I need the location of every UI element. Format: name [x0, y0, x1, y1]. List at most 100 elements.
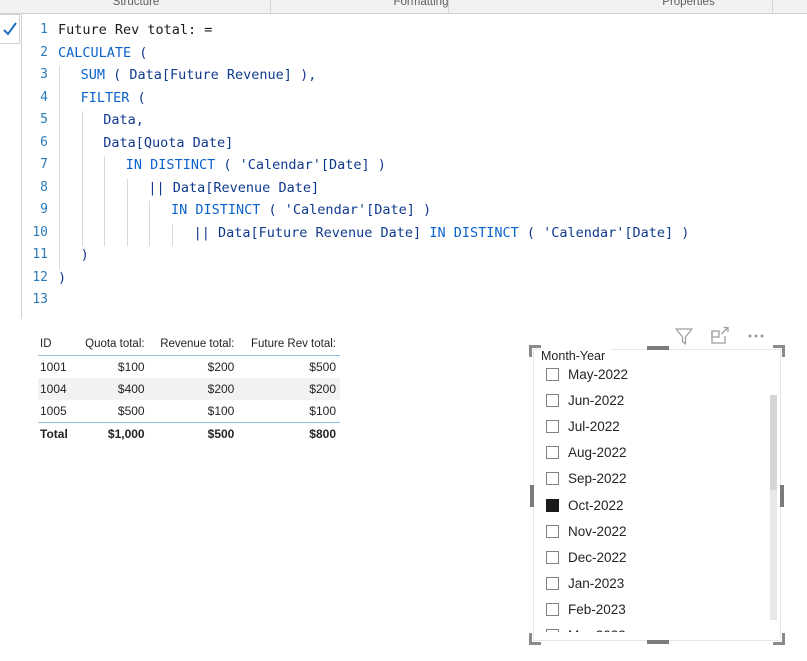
slicer-item[interactable]: Mar-2023	[534, 623, 780, 632]
checkbox-checked-icon[interactable]	[546, 498, 559, 512]
slicer-item[interactable]: Jul-2022	[534, 413, 780, 439]
code-text: SUM ( Data[Future Revenue] ),	[80, 67, 317, 83]
matrix-total-cell: $800	[238, 422, 340, 445]
line-number: 9	[40, 202, 48, 217]
code-text: FILTER (	[80, 89, 146, 106]
code-line[interactable]: 6 Data[Quota Date]	[22, 132, 807, 155]
handle-middle-right[interactable]	[780, 485, 784, 507]
matrix-body: 1001 $100 $200 $500 1004 $400 $200 $200 1005 $500…	[38, 356, 340, 445]
code-line[interactable]: 11)	[22, 244, 807, 267]
slicer-item-list[interactable]: May-2022 Jun-2022 Jul-2022 Aug-2022 Sep-2022…	[534, 361, 780, 632]
slicer-body[interactable]: May-2022 Jun-2022 Jul-2022 Aug-2022 Sep-2022…	[533, 349, 781, 641]
ribbon-group-structure: Structure	[112, 0, 160, 8]
checkbox-icon[interactable]	[546, 472, 559, 486]
checkmark-icon	[3, 22, 17, 36]
matrix-cell: $200	[207, 360, 235, 374]
slicer-item[interactable]: Nov-2022	[534, 518, 780, 544]
slicer-item[interactable]: Jan-2023	[534, 571, 780, 597]
matrix-cell: $500	[309, 360, 336, 374]
checkbox-icon[interactable]	[546, 629, 559, 632]
slicer-visual[interactable]: May-2022 Jun-2022 Jul-2022 Aug-2022 Sep-2022…	[529, 345, 785, 645]
code-line[interactable]: 2 CALCULATE (	[22, 42, 807, 65]
matrix-visual[interactable]: ID Quota total: Revenue total: Future Rev t…	[38, 336, 340, 445]
checkbox-icon[interactable]	[546, 603, 559, 617]
slicer-item[interactable]: Feb-2023	[534, 597, 780, 623]
matrix-table: ID Quota total: Revenue total: Future Rev t…	[38, 336, 340, 445]
table-row[interactable]: 1001 $100 $200 $500	[38, 356, 340, 379]
matrix-cell: $400	[74, 378, 149, 400]
matrix-column-header[interactable]: ID	[38, 336, 75, 356]
dax-formula-editor[interactable]: 1 Future Rev total: = 2 CALCULATE (3 SUM ( D…	[0, 14, 807, 319]
checkbox-icon[interactable]	[546, 393, 559, 407]
slicer-item[interactable]: Oct-2022	[534, 492, 780, 518]
indent-guide	[126, 178, 128, 246]
slicer-item[interactable]: Dec-2022	[534, 544, 780, 570]
handle-top-center[interactable]	[647, 346, 669, 350]
code-text: || Data[Revenue Date]	[148, 179, 320, 196]
checkbox-icon[interactable]	[546, 577, 559, 591]
handle-bottom-center[interactable]	[647, 640, 669, 644]
slicer-item[interactable]: May-2022	[534, 361, 780, 387]
checkbox-icon[interactable]	[546, 419, 559, 433]
table-row[interactable]: 1005 $500 $100 $100	[38, 400, 340, 423]
slicer-item[interactable]: Aug-2022	[534, 440, 780, 466]
checkbox-icon[interactable]	[546, 550, 559, 564]
matrix-cell: $100	[207, 404, 235, 418]
code-lines[interactable]: 1 Future Rev total: = 2 CALCULATE (3 SUM ( D…	[22, 19, 807, 312]
slicer-item[interactable]: Jun-2022	[534, 387, 780, 413]
handle-bottom-right[interactable]	[773, 633, 785, 645]
code-line[interactable]: 5 Data,	[22, 109, 807, 132]
line-number: 6	[40, 134, 48, 150]
code-line[interactable]: 13	[22, 289, 807, 312]
checkbox-icon[interactable]	[546, 524, 559, 538]
ribbon-strip: Structure Formatting Properties	[0, 0, 807, 14]
indent-guide	[104, 156, 106, 246]
checkbox-icon[interactable]	[546, 367, 559, 381]
code-line[interactable]: 1 Future Rev total: =	[22, 19, 807, 42]
code-line[interactable]: 7 IN DISTINCT ( 'Calendar'[Date] )	[22, 154, 807, 177]
slicer-item-label: Jun-2022	[568, 392, 625, 408]
matrix-cell: 1005	[40, 404, 67, 418]
matrix-cell: $200	[148, 378, 239, 400]
matrix-cell: $500	[117, 404, 145, 418]
line-number: 4	[40, 89, 48, 105]
handle-top-left[interactable]	[529, 345, 541, 357]
matrix-total-row: Total $1,000 $500 $800	[38, 422, 340, 445]
matrix-cell: 1004	[38, 378, 75, 400]
slicer-item-label: Sep-2022	[568, 471, 627, 487]
matrix-column-header[interactable]: Revenue total:	[148, 336, 239, 356]
code-text: Data[Quota Date]	[103, 134, 234, 151]
line-number: 7	[40, 157, 48, 172]
commit-formula-button[interactable]	[0, 14, 20, 44]
matrix-total-cell: $500	[148, 422, 239, 445]
slicer-scrollbar-thumb[interactable]	[770, 395, 777, 490]
code-text: Future Rev total: =	[58, 22, 213, 38]
handle-bottom-left[interactable]	[529, 633, 541, 645]
handle-top-right[interactable]	[773, 345, 785, 357]
line-number: 12	[32, 269, 48, 285]
slicer-item-label: May-2022	[568, 366, 629, 382]
indent-guide	[81, 111, 83, 246]
table-row[interactable]: 1004 $400 $200 $200	[38, 378, 340, 400]
ribbon-separator	[772, 0, 773, 13]
line-number: 2	[40, 44, 48, 60]
code-line[interactable]: 9 IN DISTINCT ( 'Calendar'[Date] )	[22, 199, 807, 222]
slicer-item-label: Oct-2022	[568, 497, 624, 513]
matrix-column-header[interactable]: Future Rev total:	[238, 336, 340, 356]
matrix-column-header[interactable]: Quota total:	[74, 336, 149, 356]
code-line[interactable]: 10 || Data[Future Revenue Date] IN DISTIN…	[22, 222, 807, 245]
slicer-item-label: Jul-2022	[568, 418, 620, 434]
code-line[interactable]: 8 || Data[Revenue Date]	[22, 177, 807, 200]
slicer-item-label: Jan-2023	[568, 576, 625, 592]
matrix-cell: $100	[117, 360, 145, 374]
checkbox-icon[interactable]	[546, 446, 559, 460]
code-area[interactable]: 1 Future Rev total: = 2 CALCULATE (3 SUM ( D…	[21, 14, 807, 319]
code-line[interactable]: 4 FILTER (	[22, 87, 807, 110]
code-line[interactable]: 12)	[22, 267, 807, 290]
code-text: Data,	[103, 112, 144, 128]
code-line[interactable]: 3 SUM ( Data[Future Revenue] ),	[22, 64, 807, 87]
code-text: IN DISTINCT ( 'Calendar'[Date] )	[125, 157, 386, 173]
slicer-item[interactable]: Sep-2022	[534, 466, 780, 492]
handle-middle-left[interactable]	[530, 485, 534, 507]
matrix-header-row: ID Quota total: Revenue total: Future Rev t…	[38, 336, 340, 356]
